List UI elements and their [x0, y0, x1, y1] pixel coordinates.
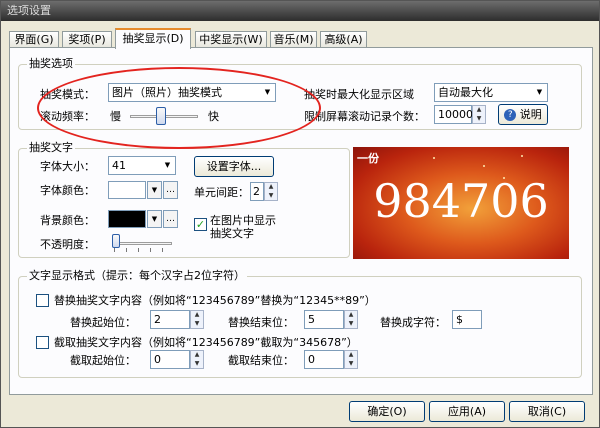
- sparkle-icon: [521, 155, 523, 157]
- cut-start-spinner[interactable]: ▲ ▼: [190, 350, 204, 369]
- bg-color-dropdown[interactable]: ▼: [147, 210, 162, 228]
- cancel-button[interactable]: 取消(C): [509, 401, 585, 422]
- set-font-button[interactable]: 设置字体...: [194, 156, 274, 177]
- font-size-select[interactable]: 41 ▼: [108, 156, 176, 175]
- tab-music[interactable]: 音乐(M): [270, 31, 317, 48]
- spin-up-icon[interactable]: ▲: [191, 351, 203, 359]
- chevron-down-icon: ▼: [264, 88, 271, 96]
- spin-up-icon[interactable]: ▲: [473, 106, 485, 114]
- tab-winner-display[interactable]: 中奖显示(W): [195, 31, 267, 48]
- tab-prizes[interactable]: 奖项(P): [62, 31, 112, 48]
- show-on-image-label: 在图片中显示 抽奖文字: [210, 214, 276, 240]
- cut-checkbox[interactable]: [36, 336, 49, 349]
- replace-start-spinner[interactable]: ▲ ▼: [190, 310, 204, 329]
- tab-interface[interactable]: 界面(G): [9, 31, 59, 48]
- speed-slow-label: 慢: [110, 110, 121, 123]
- maximize-label: 抽奖时最大化显示区域: [304, 88, 414, 101]
- slider-tick: [138, 248, 139, 252]
- show-on-image-checkbox[interactable]: ✓: [194, 218, 207, 231]
- replace-char-input[interactable]: $: [452, 310, 482, 329]
- cell-spacing-input[interactable]: 2: [250, 182, 264, 201]
- spin-down-icon[interactable]: ▼: [473, 115, 485, 123]
- spin-down-icon[interactable]: ▼: [191, 360, 203, 368]
- chevron-down-icon: ▼: [164, 161, 171, 169]
- speed-fast-label: 快: [208, 110, 219, 123]
- bg-color-more[interactable]: …: [163, 210, 178, 228]
- help-button[interactable]: ? 说明: [498, 104, 548, 125]
- maximize-select[interactable]: 自动最大化 ▼: [434, 83, 548, 102]
- ok-button[interactable]: 确定(O): [349, 401, 425, 422]
- font-color-more[interactable]: …: [163, 181, 178, 199]
- replace-end-label: 替换结束位：: [228, 316, 294, 329]
- slider-tick: [150, 248, 151, 252]
- chevron-down-icon: ▼: [536, 88, 543, 96]
- preview-tag: 一份: [357, 152, 379, 165]
- limit-label: 限制屏幕滚动记录个数：: [304, 110, 425, 123]
- spin-up-icon[interactable]: ▲: [191, 311, 203, 319]
- font-color-label: 字体颜色：: [40, 184, 95, 197]
- cut-end-spinner[interactable]: ▲ ▼: [344, 350, 358, 369]
- font-size-value: 41: [112, 159, 126, 172]
- font-color-swatch[interactable]: [108, 181, 146, 199]
- spin-up-icon[interactable]: ▲: [345, 311, 357, 319]
- limit-spinner[interactable]: ▲ ▼: [472, 105, 486, 124]
- replace-start-label: 替换起始位：: [70, 316, 136, 329]
- apply-button[interactable]: 应用(A): [429, 401, 505, 422]
- lottery-preview: 一份 984706: [353, 147, 569, 259]
- spin-down-icon[interactable]: ▼: [345, 360, 357, 368]
- spin-up-icon[interactable]: ▲: [345, 351, 357, 359]
- text-format-title: 文字显示格式（提示：每个汉字占2位字符）: [27, 269, 247, 283]
- cell-spacing-spinner[interactable]: ▲ ▼: [264, 182, 278, 201]
- maximize-value: 自动最大化: [438, 86, 493, 99]
- bg-color-label: 背景颜色：: [40, 214, 95, 227]
- replace-end-spinner[interactable]: ▲ ▼: [344, 310, 358, 329]
- options-dialog: 选项设置 界面(G) 奖项(P) 抽奖显示(D) 中奖显示(W) 音乐(M) 高…: [0, 0, 600, 428]
- cut-start-input[interactable]: 0: [150, 350, 190, 369]
- speed-label: 滚动频率：: [40, 110, 95, 123]
- mode-value: 图片（照片）抽奖模式: [112, 86, 222, 99]
- replace-checkbox[interactable]: [36, 294, 49, 307]
- speed-slider-thumb[interactable]: [155, 107, 166, 125]
- preview-number: 984706: [373, 174, 549, 228]
- font-color-dropdown[interactable]: ▼: [147, 181, 162, 199]
- cut-start-label: 截取起始位：: [70, 354, 136, 367]
- replace-end-input[interactable]: 5: [304, 310, 344, 329]
- help-icon: ?: [504, 109, 517, 121]
- spin-down-icon[interactable]: ▼: [265, 192, 277, 200]
- limit-input[interactable]: 10000: [434, 105, 473, 124]
- font-size-label: 字体大小：: [40, 160, 95, 173]
- mode-select[interactable]: 图片（照片）抽奖模式 ▼: [108, 83, 276, 102]
- replace-char-label: 替换成字符：: [380, 316, 446, 329]
- sparkle-icon: [433, 157, 435, 159]
- tab-lottery-display[interactable]: 抽奖显示(D): [115, 28, 191, 49]
- cut-end-input[interactable]: 0: [304, 350, 344, 369]
- cut-end-label: 截取结束位：: [228, 354, 294, 367]
- spin-down-icon[interactable]: ▼: [345, 320, 357, 328]
- cell-spacing-label: 单元间距：: [194, 186, 249, 199]
- slider-tick: [162, 248, 163, 252]
- slider-tick: [126, 248, 127, 252]
- sparkle-icon: [483, 165, 485, 167]
- opacity-slider-track[interactable]: [112, 242, 172, 245]
- spin-up-icon[interactable]: ▲: [265, 183, 277, 191]
- spin-down-icon[interactable]: ▼: [191, 320, 203, 328]
- mode-label: 抽奖模式：: [40, 88, 95, 101]
- tab-advanced[interactable]: 高级(A): [320, 31, 367, 48]
- opacity-label: 不透明度：: [40, 238, 95, 251]
- replace-label: 替换抽奖文字内容（例如将“123456789”替换为“12345**89”）: [54, 294, 376, 307]
- opacity-slider-thumb[interactable]: [112, 234, 120, 248]
- lottery-options-title: 抽奖选项: [27, 57, 75, 71]
- replace-start-input[interactable]: 2: [150, 310, 190, 329]
- help-button-label: 说明: [519, 108, 542, 121]
- lottery-text-title: 抽奖文字: [27, 141, 75, 155]
- bg-color-swatch[interactable]: [108, 210, 146, 228]
- window-title: 选项设置: [1, 1, 599, 21]
- cut-label: 截取抽奖文字内容（例如将“123456789”截取为“345678”）: [54, 336, 358, 349]
- slider-tick: [114, 248, 115, 252]
